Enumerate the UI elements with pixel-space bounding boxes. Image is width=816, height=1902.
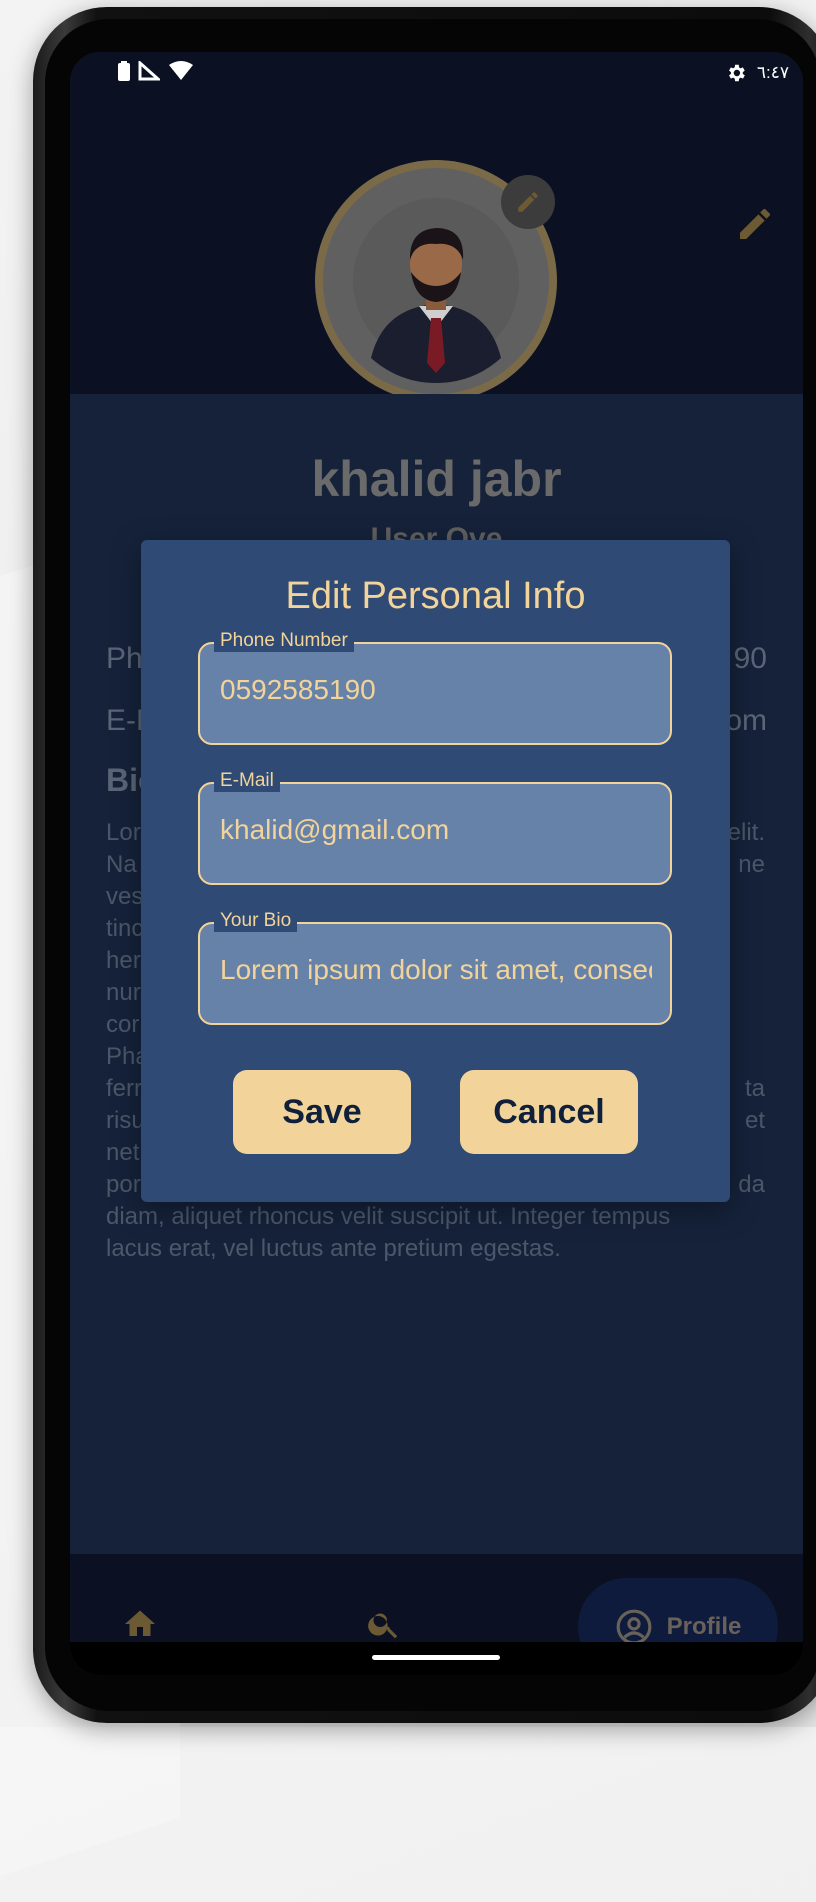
phone-value: 90 — [733, 642, 767, 675]
profile-name: khalid jabr — [311, 451, 562, 507]
avatar-edit-button[interactable] — [501, 175, 555, 229]
account-circle-icon — [616, 1609, 652, 1644]
signal-icon — [138, 61, 160, 81]
phone-number-field[interactable]: Phone Number 0592585190 — [198, 630, 672, 745]
settings-icon — [728, 64, 745, 82]
battery-icon — [118, 61, 130, 81]
email-field-value[interactable]: khalid@gmail.com — [220, 814, 652, 846]
wifi-icon — [169, 61, 193, 80]
app-screen: ٦:٤٧ khalid jabr User Ove Ph 90 E-M om B… — [70, 52, 803, 1675]
email-field-label: E-Mail — [214, 770, 280, 792]
bio-field[interactable]: Your Bio Lorem ipsum dolor sit amet, con… — [198, 910, 672, 1025]
pencil-icon — [518, 192, 538, 212]
email-field[interactable]: E-Mail khalid@gmail.com — [198, 770, 672, 885]
bio-field-label: Your Bio — [214, 910, 298, 932]
save-button[interactable]: Save — [233, 1070, 411, 1154]
edit-profile-icon[interactable] — [735, 204, 775, 244]
status-icons-right: ٦:٤٧ — [725, 62, 789, 84]
nav-profile-label: Profile — [666, 1612, 742, 1640]
edit-info-dialog: Edit Personal Info Phone Number 05925851… — [141, 540, 730, 1202]
phone-label: Ph — [106, 642, 143, 675]
home-icon[interactable] — [122, 1606, 158, 1642]
email-value: om — [725, 704, 767, 737]
home-indicator[interactable] — [372, 1655, 500, 1660]
phone-number-label: Phone Number — [214, 630, 354, 652]
cancel-button[interactable]: Cancel — [460, 1070, 638, 1154]
status-time: ٦:٤٧ — [756, 63, 789, 82]
phone-number-value[interactable]: 0592585190 — [220, 674, 652, 706]
bio-field-value[interactable]: Lorem ipsum dolor sit amet, consectetur — [220, 954, 652, 986]
search-icon[interactable] — [366, 1606, 402, 1642]
status-bar: ٦:٤٧ — [70, 52, 803, 94]
status-icons-left — [118, 61, 194, 81]
dialog-title: Edit Personal Info — [285, 575, 586, 617]
